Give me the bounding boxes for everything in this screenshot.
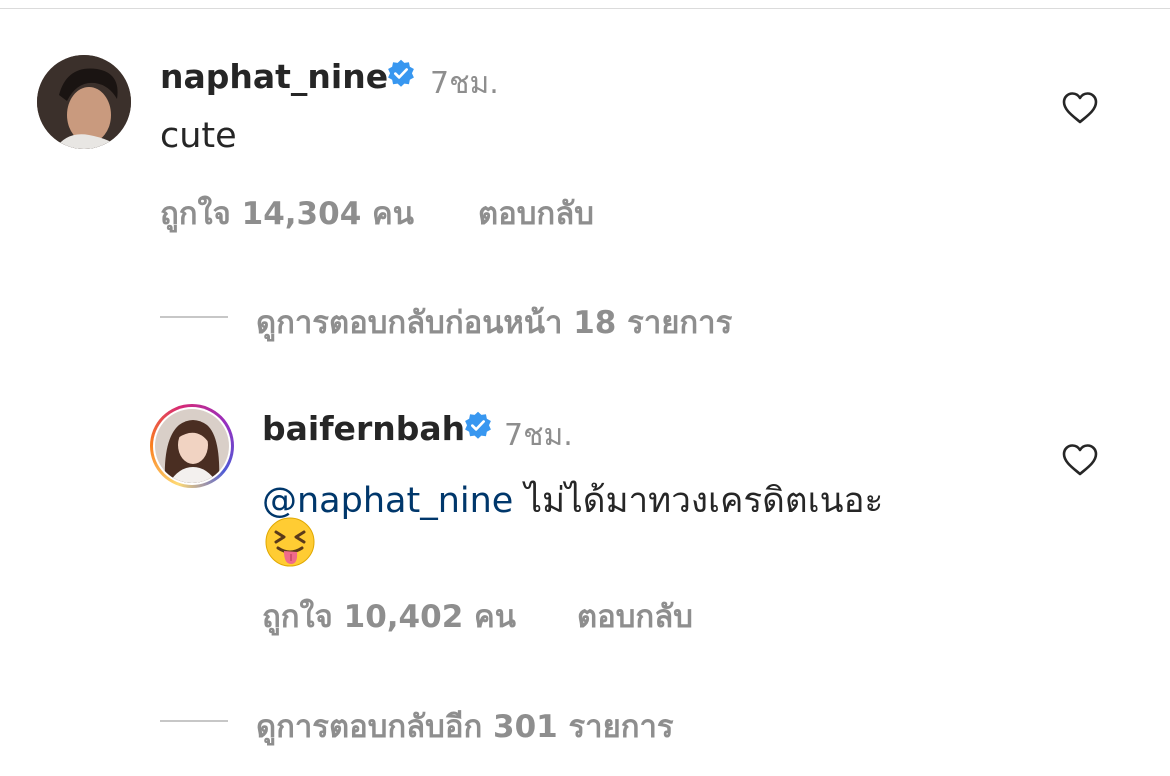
comment-time: 7ชม. [430,66,499,101]
comment-username[interactable]: naphat_nine [160,57,388,96]
verified-badge-icon [465,411,491,439]
comment-time: 7ชม. [504,418,573,453]
replies-line [160,720,228,722]
reply-button[interactable]: ตอบกลับ [478,188,594,238]
comment-text: cute [160,116,237,156]
heart-icon[interactable] [1061,443,1099,477]
avatar [155,409,229,483]
verified-badge-icon [388,59,414,87]
comment-text: ไม่ได้มาทวงเครดิตเนอะ [513,481,884,521]
heart-icon[interactable] [1061,91,1099,125]
mention-link[interactable]: @naphat_nine [262,481,513,521]
squinting-tongue-emoji [265,517,315,567]
top-divider [0,8,1170,9]
avatar-naphat-image [37,55,131,149]
view-more-replies-label[interactable]: ดูการตอบกลับอีก 301 รายการ [256,701,674,751]
avatar[interactable] [37,55,131,149]
comment-username[interactable]: baifernbah [262,409,465,448]
replies-line [160,316,228,318]
like-count[interactable]: ถูกใจ 14,304 คน [160,188,414,238]
like-count[interactable]: ถูกใจ 10,402 คน [262,591,516,641]
story-ring[interactable] [150,404,234,488]
avatar-baifernbah-image [155,409,229,483]
reply-button[interactable]: ตอบกลับ [577,591,693,641]
comment-text-line: @naphat_nine ไม่ได้มาทวงเครดิตเนอะ [262,473,883,528]
view-previous-replies-label[interactable]: ดูการตอบกลับก่อนหน้า 18 รายการ [256,297,732,347]
